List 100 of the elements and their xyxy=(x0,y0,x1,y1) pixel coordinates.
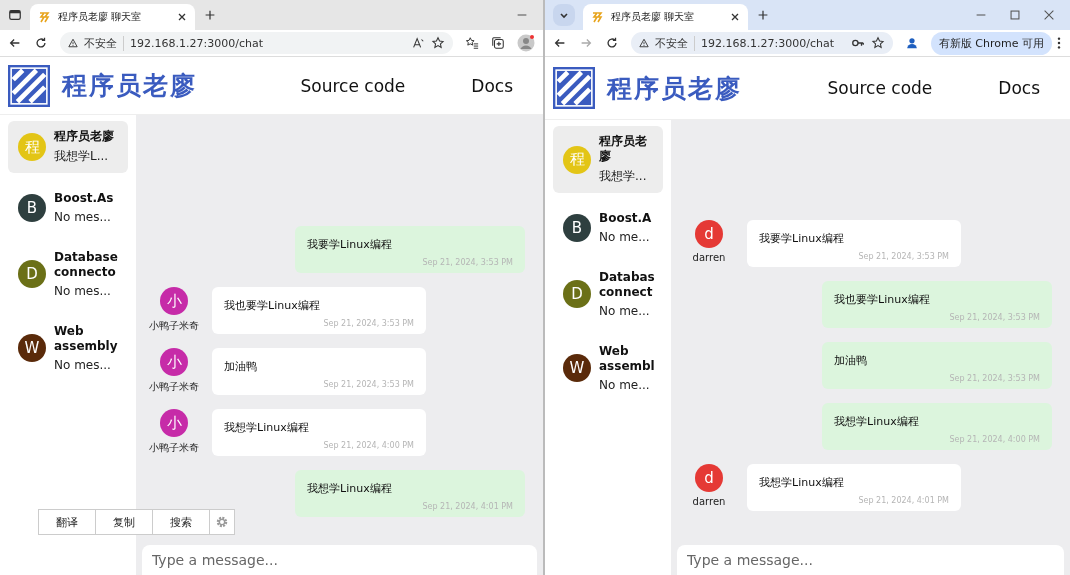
room-name: Databas connect xyxy=(599,270,655,300)
sender-avatar: d xyxy=(695,464,723,492)
reload-icon[interactable] xyxy=(34,36,48,50)
favicon-icon xyxy=(38,11,50,23)
nav-link[interactable]: Docs xyxy=(998,78,1040,98)
room-preview: 我想学L... xyxy=(54,148,110,165)
sender-name: darren xyxy=(692,496,726,507)
message-time: Sep 21, 2024, 3:53 PM xyxy=(323,380,414,389)
room-name: Boost.As xyxy=(54,191,115,206)
message-text: 我要学Linux编程 xyxy=(759,231,845,246)
tab-title: 程序员老廖 聊天室 xyxy=(611,10,696,24)
room-item[interactable]: 程 程序员老廖 我想学L... xyxy=(8,121,128,173)
caret-icon xyxy=(559,10,569,20)
tab-title: 程序员老廖 聊天室 xyxy=(58,10,143,24)
favorites-icon[interactable] xyxy=(465,36,479,50)
message-input[interactable]: Type a message... xyxy=(142,545,537,575)
close-tab-icon[interactable] xyxy=(730,12,740,22)
nav-link[interactable]: Docs xyxy=(471,75,513,96)
favorite-star-icon[interactable] xyxy=(870,36,885,50)
room-preview: No me... xyxy=(599,378,651,392)
sender-name: 小鸭子米奇 xyxy=(149,319,199,333)
room-preview: No mes... xyxy=(54,284,112,298)
close-tab-icon[interactable] xyxy=(177,12,187,22)
room-item[interactable]: B Boost.A No me... xyxy=(553,203,663,252)
room-avatar: 程 xyxy=(18,133,46,161)
address-field[interactable]: 192.168.1.27:3000/chat xyxy=(701,36,834,50)
maximize-icon[interactable] xyxy=(1008,8,1022,22)
room-item[interactable]: D Databas connect No me... xyxy=(553,262,663,326)
message-text: 我要学Linux编程 xyxy=(307,237,393,252)
message-time: Sep 21, 2024, 3:53 PM xyxy=(323,319,414,328)
message-text: 加油鸭 xyxy=(224,359,258,374)
sender-name: 小鸭子米奇 xyxy=(149,441,199,455)
profile-icon[interactable] xyxy=(517,34,535,52)
profile-icon[interactable] xyxy=(904,36,919,50)
room-preview: 我想学... xyxy=(599,168,648,185)
message-time: Sep 21, 2024, 3:53 PM xyxy=(949,374,1040,383)
room-avatar: B xyxy=(563,213,591,242)
new-tab-icon[interactable] xyxy=(203,8,217,22)
logo-icon[interactable] xyxy=(553,67,595,109)
room-item[interactable]: 程 程序员老廖 我想学... xyxy=(553,126,663,193)
room-avatar: B xyxy=(18,193,46,222)
room-name: Database connecto xyxy=(54,250,116,280)
address-field[interactable]: 192.168.1.27:3000/chat xyxy=(130,36,263,50)
browser-tab[interactable]: 程序员老廖 聊天室 xyxy=(30,4,195,30)
favorite-star-icon[interactable] xyxy=(431,36,445,50)
site-logo-text[interactable]: 程序员老廖 xyxy=(607,71,742,105)
room-item[interactable]: W Web assembly No mes... xyxy=(8,316,128,380)
room-avatar: 程 xyxy=(563,145,591,174)
room-name: Web assembly xyxy=(54,324,116,354)
message-text: 我也要学Linux编程 xyxy=(224,298,321,313)
room-preview: No mes... xyxy=(54,358,112,372)
message-text: 我想学Linux编程 xyxy=(307,481,393,496)
message-text: 我想学Linux编程 xyxy=(759,475,845,490)
menu-icon[interactable] xyxy=(1056,36,1062,50)
room-item[interactable]: W Web assembl No me... xyxy=(553,336,663,400)
room-avatar: W xyxy=(18,334,46,362)
site-logo-text[interactable]: 程序员老廖 xyxy=(62,69,197,102)
reload-icon[interactable] xyxy=(605,36,619,50)
browser-tab[interactable]: 程序员老廖 聊天室 xyxy=(583,4,748,30)
room-name: 程序员老廖 xyxy=(54,129,115,144)
warning-icon[interactable] xyxy=(68,38,78,48)
room-name: Boost.A xyxy=(599,211,653,226)
room-name: 程序员老廖 xyxy=(599,134,648,164)
message-text: 我想学Linux编程 xyxy=(224,420,310,435)
message-input[interactable]: Type a message... xyxy=(677,545,1064,575)
room-avatar: D xyxy=(18,260,46,288)
read-aloud-icon[interactable] xyxy=(411,36,425,50)
room-item[interactable]: B Boost.As No mes... xyxy=(8,183,128,232)
favicon-icon xyxy=(591,11,603,23)
sender-name: 小鸭子米奇 xyxy=(149,380,199,394)
update-chrome-button[interactable]: 有新版 Chrome 可用 xyxy=(930,31,1052,55)
room-avatar: D xyxy=(563,280,591,308)
room-preview: No mes... xyxy=(54,210,112,224)
tab-search-button[interactable] xyxy=(553,4,575,26)
message-text: 加油鸭 xyxy=(834,353,868,368)
sender-name: darren xyxy=(692,252,726,263)
room-item[interactable]: D Database connecto No mes... xyxy=(8,242,128,306)
gear-icon xyxy=(215,515,229,529)
back-icon[interactable] xyxy=(8,36,22,50)
message-time: Sep 21, 2024, 3:53 PM xyxy=(858,252,949,261)
security-label[interactable]: 不安全 xyxy=(84,35,124,51)
sender-avatar: 小 xyxy=(160,409,188,437)
room-name: Web assembl xyxy=(599,344,655,374)
close-window-icon[interactable] xyxy=(1042,8,1056,22)
logo-icon[interactable] xyxy=(8,64,50,107)
sender-avatar: d xyxy=(695,220,723,248)
message-time: Sep 21, 2024, 4:00 PM xyxy=(323,441,414,450)
new-tab-icon[interactable] xyxy=(756,8,770,22)
room-preview: No me... xyxy=(599,230,651,244)
security-label[interactable]: 不安全 xyxy=(655,35,695,51)
room-preview: No me... xyxy=(599,304,651,318)
message-text: 我想学Linux编程 xyxy=(834,414,920,429)
warning-icon[interactable] xyxy=(639,38,649,48)
message-time: Sep 21, 2024, 3:53 PM xyxy=(422,258,513,267)
message-text: 我也要学Linux编程 xyxy=(834,292,931,307)
back-icon[interactable] xyxy=(553,36,567,50)
collections-icon[interactable] xyxy=(491,36,505,50)
nav-link[interactable]: Source code xyxy=(827,78,933,98)
sidebar-toggle-icon[interactable] xyxy=(8,8,22,22)
nav-link[interactable]: Source code xyxy=(300,75,406,96)
